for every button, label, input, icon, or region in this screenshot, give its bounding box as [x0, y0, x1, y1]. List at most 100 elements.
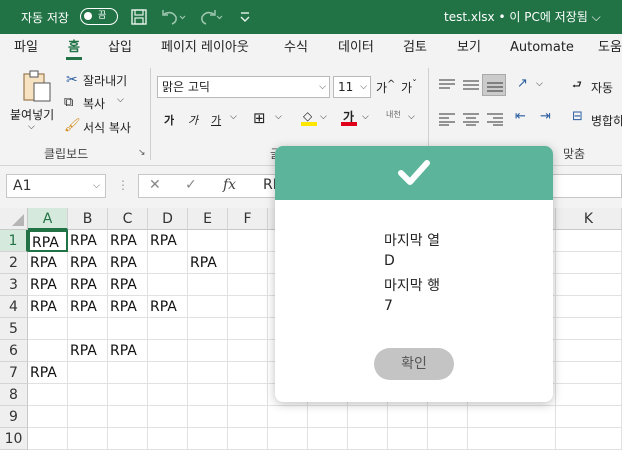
align-center-icon[interactable]	[462, 112, 480, 126]
row-header[interactable]: 2	[0, 252, 28, 274]
grid-cell[interactable]: RPA	[68, 252, 108, 274]
grid-cell[interactable]	[228, 428, 268, 450]
italic-button[interactable]: 가	[188, 112, 198, 128]
orientation-dropdown-icon[interactable]: ⌵	[536, 79, 543, 89]
grid-cell[interactable]	[556, 340, 622, 362]
grid-cell[interactable]	[228, 384, 268, 406]
enter-icon[interactable]: ✓	[185, 177, 197, 193]
grid-cell[interactable]	[556, 428, 622, 450]
grid-cell[interactable]	[556, 406, 622, 428]
phonetic-dropdown-icon[interactable]: ⌵	[408, 112, 415, 122]
row-header[interactable]: 1	[0, 230, 28, 252]
grid-cell[interactable]	[148, 252, 188, 274]
borders-icon[interactable]: ⊞	[253, 109, 266, 127]
grid-cell[interactable]	[228, 406, 268, 428]
fill-color-icon[interactable]: ◇	[300, 108, 318, 126]
tab-help[interactable]: 도움	[598, 34, 622, 62]
grid-cell[interactable]	[348, 406, 388, 428]
grid-cell[interactable]	[148, 406, 188, 428]
row-header[interactable]: 7	[0, 362, 28, 384]
underline-button[interactable]: 가	[211, 112, 221, 128]
copy-dropdown-icon[interactable]: ⌵	[117, 95, 124, 105]
row-header[interactable]: 10	[0, 428, 28, 450]
grid-cell[interactable]	[388, 406, 428, 428]
grid-cell[interactable]	[468, 406, 556, 428]
fill-dropdown-icon[interactable]: ⌵	[320, 112, 327, 122]
grid-cell[interactable]: RPA	[108, 230, 148, 252]
grid-cell[interactable]	[108, 406, 148, 428]
column-header[interactable]: E	[188, 208, 228, 230]
grid-cell[interactable]	[228, 296, 268, 318]
grid-cell[interactable]: RPA	[188, 252, 228, 274]
tab-data[interactable]: 데이터	[338, 34, 374, 62]
grid-cell[interactable]	[228, 274, 268, 296]
grid-cell[interactable]: RPA	[68, 296, 108, 318]
row-header[interactable]: 9	[0, 406, 28, 428]
copy-icon[interactable]: ⧉	[64, 95, 73, 110]
column-header[interactable]: F	[228, 208, 268, 230]
tab-home[interactable]: 홈	[66, 34, 82, 62]
orientation-icon[interactable]: ↗	[517, 76, 528, 91]
align-middle-icon[interactable]	[462, 78, 480, 92]
grid-cell[interactable]	[148, 274, 188, 296]
font-size-select[interactable]: 11 ⌵	[333, 76, 371, 98]
autosave-toggle[interactable]: 끔	[80, 8, 118, 25]
grid-cell[interactable]	[556, 362, 622, 384]
tab-automate[interactable]: Automate	[510, 34, 574, 62]
column-header[interactable]: K	[556, 208, 622, 230]
font-name-select[interactable]: 맑은 고딕 ⌵	[157, 76, 330, 98]
cut-icon[interactable]: ✂	[66, 72, 78, 88]
grid-cell[interactable]: RPA	[28, 252, 68, 274]
grid-cell[interactable]	[188, 362, 228, 384]
grid-cell[interactable]	[556, 296, 622, 318]
grid-cell[interactable]	[28, 318, 68, 340]
grid-cell[interactable]	[268, 406, 308, 428]
row-header[interactable]: 8	[0, 384, 28, 406]
wrap-text-icon[interactable]: ⮐	[572, 76, 582, 95]
grid-cell[interactable]	[188, 406, 228, 428]
grid-cell[interactable]: RPA	[68, 274, 108, 296]
grid-cell[interactable]	[348, 428, 388, 450]
column-header[interactable]: C	[108, 208, 148, 230]
grid-cell[interactable]	[228, 340, 268, 362]
select-all-button[interactable]	[0, 208, 28, 230]
grid-cell[interactable]	[108, 428, 148, 450]
grid-cell[interactable]: RPA	[148, 296, 188, 318]
row-header[interactable]: 5	[0, 318, 28, 340]
paste-icon[interactable]	[20, 70, 54, 102]
grid-cell[interactable]	[188, 318, 228, 340]
format-painter-icon[interactable]: 🖌	[64, 118, 81, 133]
align-top-icon[interactable]	[438, 78, 456, 92]
grid-cell[interactable]: RPA	[108, 274, 148, 296]
grid-cell[interactable]	[468, 428, 556, 450]
merge-icon[interactable]: ⊟	[572, 109, 583, 124]
grid-cell[interactable]	[188, 296, 228, 318]
grid-cell[interactable]: RPA	[28, 362, 68, 384]
phonetic-guide-button[interactable]: 내천	[386, 109, 401, 120]
grid-cell[interactable]	[188, 230, 228, 252]
merge-button[interactable]: 병합하	[591, 112, 622, 129]
grid-cell[interactable]	[228, 252, 268, 274]
row-header[interactable]: 3	[0, 274, 28, 296]
tab-formulas[interactable]: 수식	[284, 34, 308, 62]
tab-view[interactable]: 보기	[457, 34, 481, 62]
grid-cell[interactable]	[108, 362, 148, 384]
redo-icon[interactable]	[198, 8, 224, 26]
grid-cell[interactable]	[148, 428, 188, 450]
grid-cell[interactable]	[388, 428, 428, 450]
wrap-text-button[interactable]: 자동	[591, 79, 613, 96]
name-box[interactable]: A1 ⌵	[6, 174, 106, 198]
tab-file[interactable]: 파일	[14, 34, 38, 62]
save-icon[interactable]	[130, 8, 148, 26]
clipboard-launcher-icon[interactable]: ↘	[138, 148, 146, 158]
grid-cell[interactable]: RPA	[28, 274, 68, 296]
format-painter-button[interactable]: 서식 복사	[83, 119, 131, 136]
grid-cell[interactable]	[148, 340, 188, 362]
insert-function-icon[interactable]: fx	[223, 177, 236, 193]
grid-cell[interactable]	[148, 318, 188, 340]
align-right-icon[interactable]	[486, 112, 504, 126]
ok-button[interactable]: 확인	[374, 348, 454, 380]
tab-review[interactable]: 검토	[403, 34, 427, 62]
grid-cell[interactable]	[28, 428, 68, 450]
grid-cell[interactable]: RPA	[148, 230, 188, 252]
